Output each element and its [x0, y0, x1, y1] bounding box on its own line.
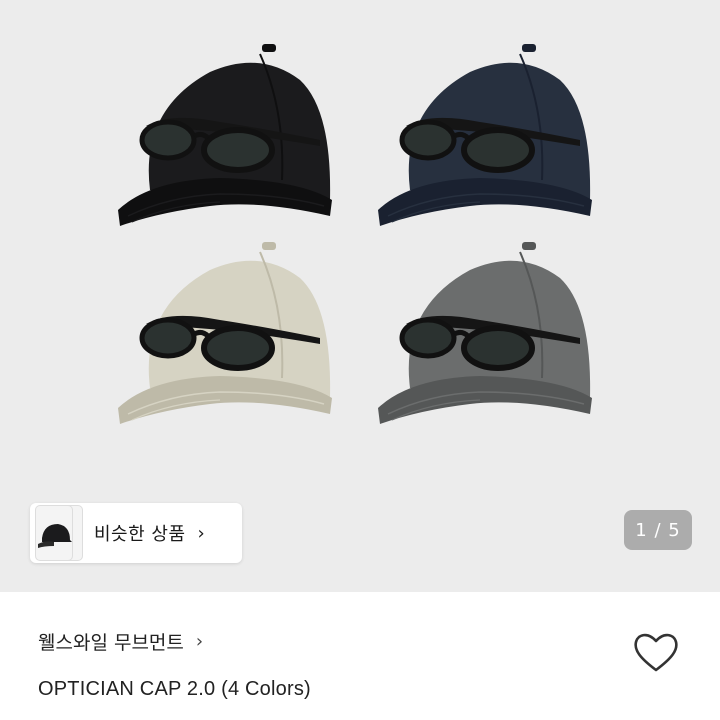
- cap-black-image: [118, 44, 332, 226]
- similar-products-button[interactable]: 비슷한 상품 ›: [30, 503, 242, 563]
- similar-thumbnails: [32, 503, 82, 563]
- cap-beige-image: [118, 242, 332, 424]
- product-info: 웰스와일 무브먼트 › OPTICIAN CAP 2.0 (4 Colors): [0, 592, 720, 720]
- chevron-right-icon: ›: [197, 522, 205, 544]
- heart-outline-icon[interactable]: [632, 630, 680, 674]
- similar-products-label: 비슷한 상품: [94, 524, 186, 545]
- cap-thumbnail-icon: [38, 524, 72, 548]
- similar-thumbnail: [36, 506, 72, 560]
- product-title: OPTICIAN CAP 2.0 (4 Colors): [38, 678, 311, 700]
- image-page-indicator: 1 / 5: [624, 510, 692, 550]
- cap-gray-image: [378, 242, 592, 424]
- brand-link[interactable]: 웰스와일 무브먼트 ›: [38, 628, 203, 655]
- cap-navy-image: [378, 44, 592, 226]
- brand-name: 웰스와일 무브먼트: [38, 632, 184, 654]
- product-image-carousel[interactable]: 비슷한 상품 › 1 / 5: [0, 0, 720, 592]
- chevron-right-icon: ›: [195, 631, 204, 652]
